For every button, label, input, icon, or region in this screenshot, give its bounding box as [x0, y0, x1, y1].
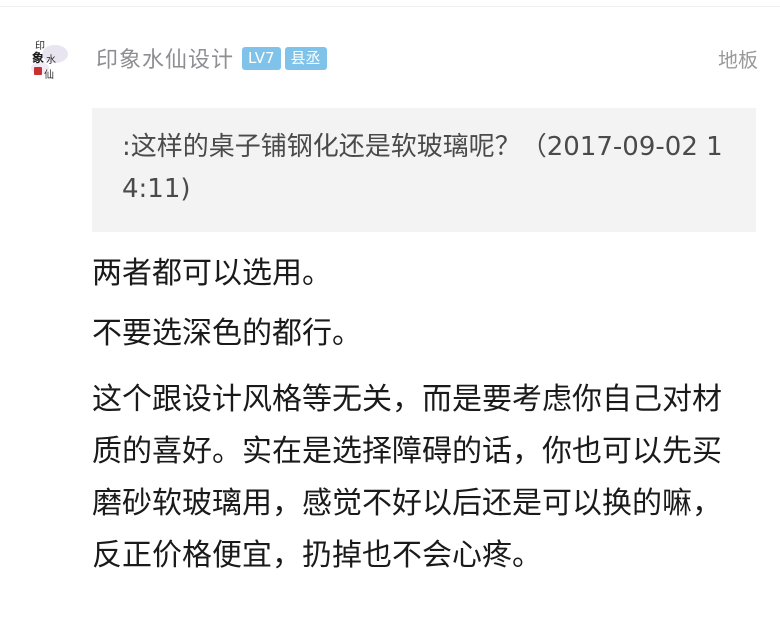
username-link[interactable]: 印象水仙设计 — [96, 42, 234, 74]
rank-badge: 县丞 — [284, 46, 327, 70]
quoted-comment[interactable]: :这样的桌子铺钢化还是软玻璃呢？（2017-09-02 14:11) — [92, 108, 756, 232]
avatar-seal — [34, 67, 42, 75]
avatar-char-2: 象 — [32, 50, 44, 65]
calligraphy-avatar-icon: 印 象 水 仙 — [22, 34, 74, 86]
body-paragraph-2: 不要选深色的都行。 — [92, 316, 362, 351]
user-avatar[interactable]: 印 象 水 仙 — [22, 34, 74, 86]
post-body: 两者都可以选用。 不要选深色的都行。 这个跟设计风格等无关，而是要考虑你自己对材… — [92, 250, 732, 594]
avatar-char-4: 仙 — [44, 68, 54, 81]
comment-post: 印 象 水 仙 印象水仙设计 LV7 县丞 地板 :这样的桌子铺钢化还是软玻璃呢… — [0, 0, 780, 644]
avatar-char-3: 水 — [46, 54, 56, 66]
body-paragraph-3: 这个跟设计风格等无关，而是要考虑你自己对材质的喜好。实在是选择障碍的话，你也可以… — [92, 382, 722, 573]
top-divider — [0, 6, 780, 7]
level-badge: LV7 — [242, 46, 281, 70]
floor-label: 地板 — [718, 48, 758, 72]
post-header: 印象水仙设计 LV7 县丞 — [96, 40, 327, 76]
body-paragraph-1: 两者都可以选用。 — [92, 256, 332, 291]
